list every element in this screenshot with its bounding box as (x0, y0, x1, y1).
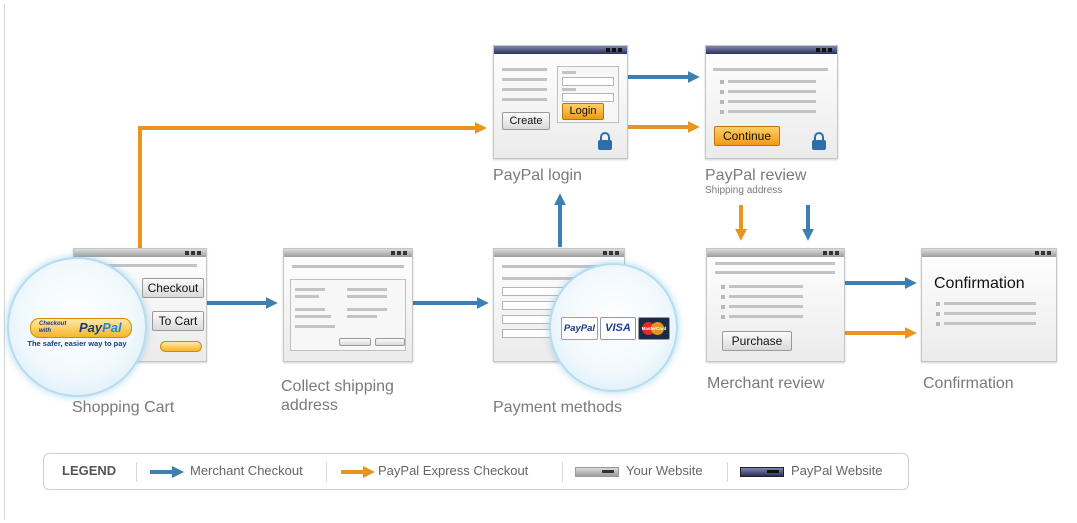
site-titlebar (922, 249, 1056, 257)
site-titlebar (707, 249, 844, 257)
paypal-titlebar (706, 46, 837, 54)
shopping-cart-label: Shopping Cart (72, 399, 175, 416)
paypal-titlebar-legend-icon (740, 467, 784, 477)
paypal-card-icon: PayPal (561, 317, 598, 340)
text-line (292, 265, 404, 268)
merchant-flow-legend-icon (150, 466, 184, 478)
paypal-review-window: Continue (705, 45, 838, 159)
collect-shipping-label-line1: Collect shipping (281, 378, 394, 395)
paypal-checkout-mini-icon (160, 341, 202, 352)
confirmation-heading: Confirmation (934, 275, 1025, 292)
merchant-review-window: Purchase (706, 248, 845, 362)
window-controls-icon (816, 48, 832, 52)
payment-methods-magnifier: PayPal VISA MasterCard (549, 263, 678, 392)
site-titlebar (284, 249, 412, 257)
window-controls-icon (185, 251, 201, 255)
paypal-titlebar (494, 46, 627, 54)
window-controls-icon (391, 251, 407, 255)
paypal-login-window: Login Create (493, 45, 628, 159)
site-titlebar (74, 249, 206, 257)
legend-divider (562, 462, 563, 482)
legend-your-website: Your Website (626, 463, 703, 478)
checkout-flow-diagram: Checkout To Cart Checkout with PayPal The… (0, 0, 1077, 523)
legend-merchant-checkout: Merchant Checkout (190, 463, 303, 478)
paypal-login-button[interactable]: Login (562, 103, 604, 120)
visa-card-icon: VISA (600, 317, 636, 340)
paypal-flow-legend-icon (341, 466, 375, 478)
legend-divider (326, 462, 327, 482)
continue-button[interactable]: Continue (714, 126, 780, 146)
lock-icon (598, 132, 612, 150)
checkout-magnifier: Checkout with PayPal The safer, easier wa… (7, 257, 147, 397)
site-titlebar (494, 249, 624, 257)
legend-title: LEGEND (62, 463, 117, 478)
window-controls-icon (603, 251, 619, 255)
window-controls-icon (1035, 251, 1051, 255)
merchant-review-label: Merchant review (707, 375, 825, 392)
checkout-with-paypal-button[interactable]: Checkout with PayPal (30, 318, 132, 338)
confirmation-label: Confirmation (923, 375, 1014, 392)
window-controls-icon (823, 251, 839, 255)
legend-divider (727, 462, 728, 482)
window-controls-icon (606, 48, 622, 52)
payment-methods-label: Payment methods (493, 399, 622, 416)
collect-shipping-label: Collect shipping address (281, 377, 394, 415)
add-to-cart-button[interactable]: To Cart (152, 311, 204, 331)
mastercard-icon: MasterCard (638, 317, 670, 340)
legend-paypal-express: PayPal Express Checkout (378, 463, 529, 478)
checkout-button[interactable]: Checkout (142, 278, 204, 298)
paypal-review-label: PayPal review (705, 167, 807, 184)
legend-divider (136, 462, 137, 482)
site-titlebar-legend-icon (575, 467, 619, 477)
collect-shipping-window (283, 248, 413, 362)
create-account-button[interactable]: Create (502, 112, 550, 130)
paypal-flow-cart-to-login (138, 122, 487, 248)
legend: LEGEND Merchant Checkout PayPal Express … (43, 453, 909, 490)
paypal-review-sublabel: Shipping address (705, 185, 783, 196)
address-form (290, 279, 406, 351)
lock-icon (812, 132, 826, 150)
paypal-tagline: The safer, easier way to pay (27, 339, 127, 348)
collect-shipping-label-line2: address (281, 397, 338, 414)
purchase-button[interactable]: Purchase (722, 331, 792, 351)
legend-paypal-website: PayPal Website (791, 463, 883, 478)
paypal-login-label: PayPal login (493, 167, 582, 184)
confirmation-window: Confirmation (921, 248, 1057, 362)
